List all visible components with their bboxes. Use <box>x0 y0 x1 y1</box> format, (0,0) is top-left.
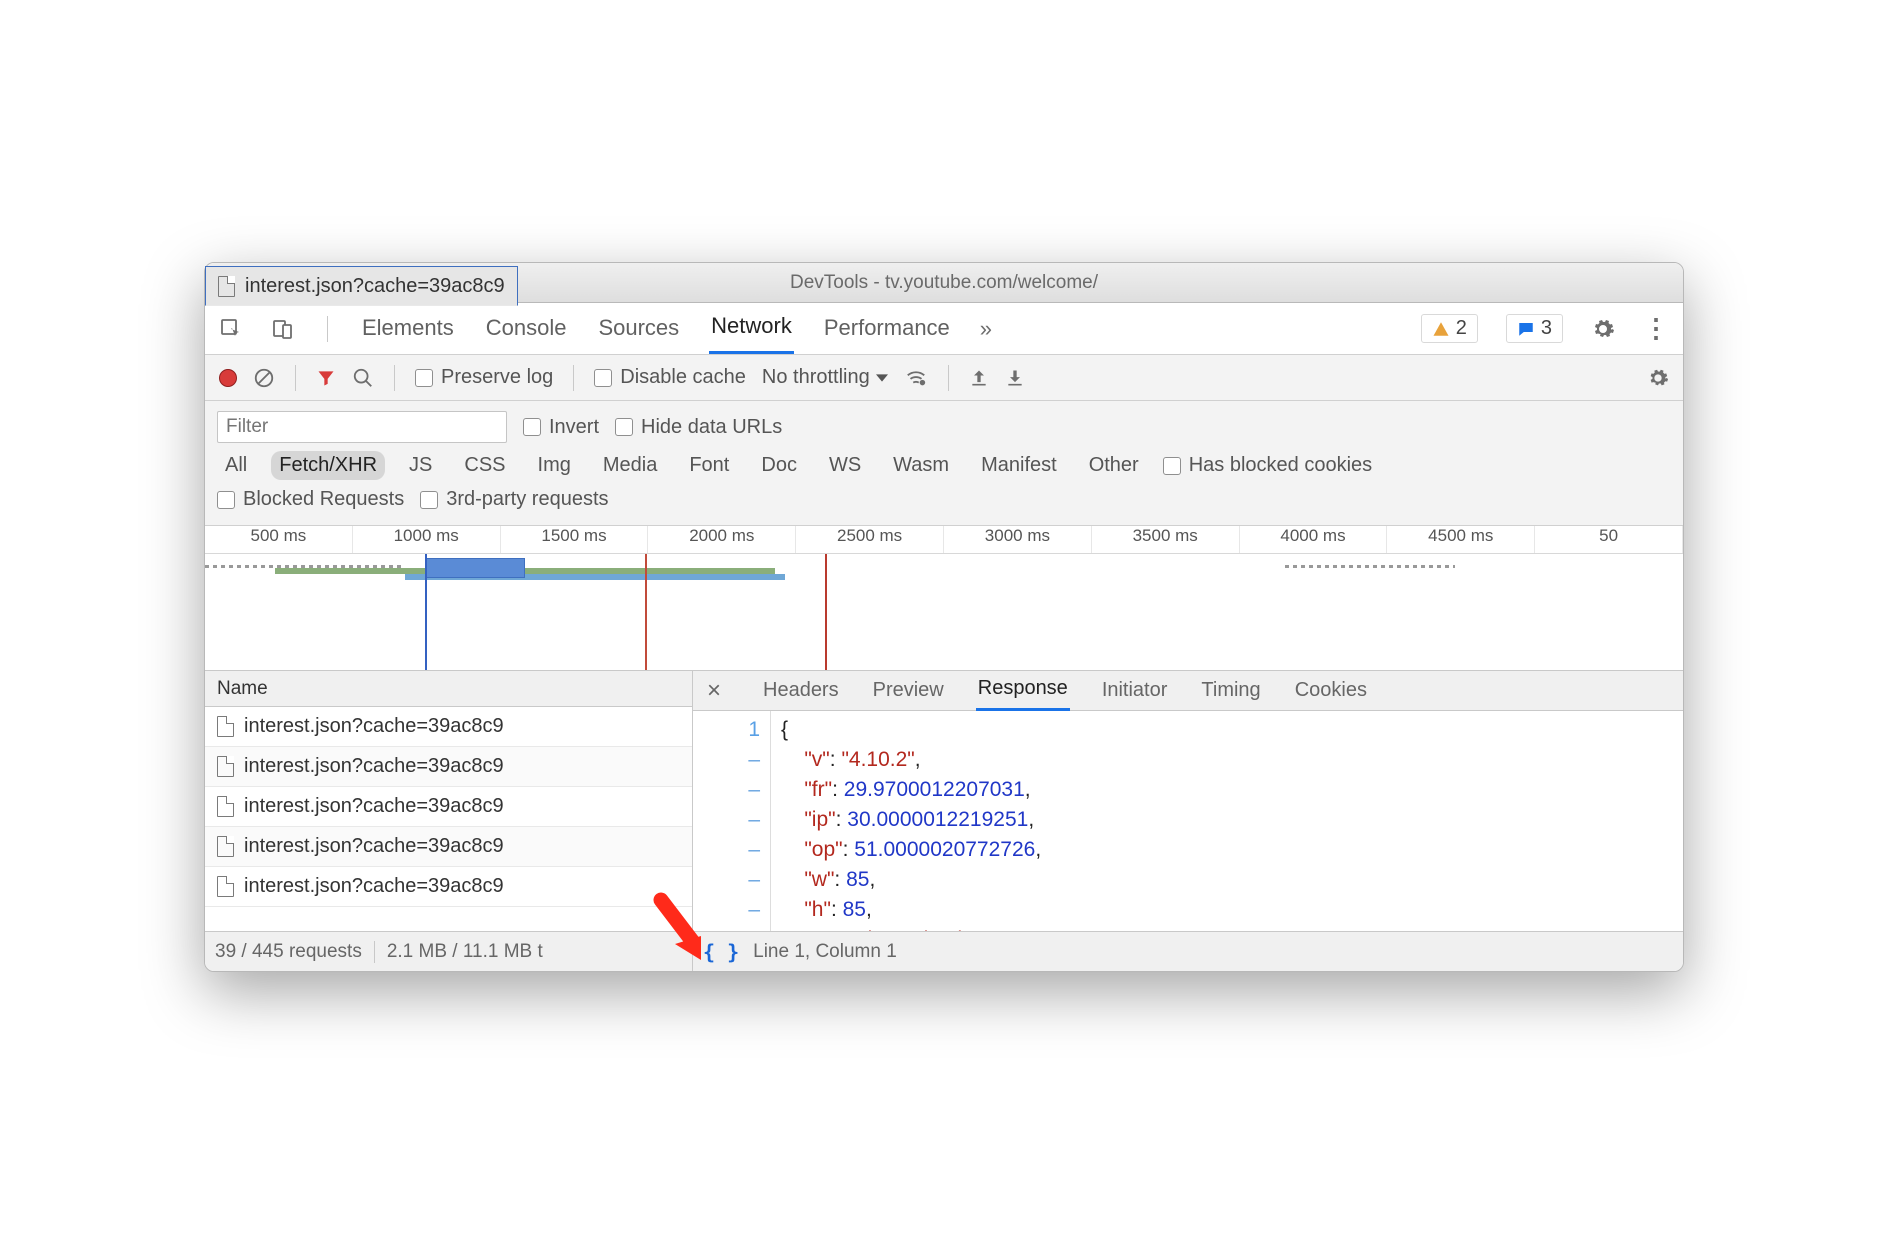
tab-sources[interactable]: Sources <box>596 305 681 353</box>
network-conditions-icon[interactable] <box>904 367 928 389</box>
devtools-window: DevTools - tv.youtube.com/welcome/ Eleme… <box>204 262 1684 972</box>
kebab-menu-icon[interactable]: ⋮ <box>1643 313 1669 344</box>
invert-checkbox[interactable]: Invert <box>523 416 599 439</box>
request-list: interest.json?cache=39ac8c9interest.json… <box>205 707 692 931</box>
response-tabs: × Headers Preview Response Initiator Timing C… <box>693 671 1683 711</box>
response-tab-timing[interactable]: Timing <box>1199 672 1262 710</box>
download-har-icon[interactable] <box>1005 368 1025 388</box>
request-row[interactable]: interest.json?cache=39ac8c9 <box>205 827 692 867</box>
panel-tabs: Elements Console Sources Network Perform… <box>205 303 1683 355</box>
status-request-count: 39 / 445 requests <box>215 941 362 963</box>
response-status-bar: { } Line 1, Column 1 <box>693 931 1683 971</box>
filter-type-media[interactable]: Media <box>595 451 665 480</box>
tab-performance[interactable]: Performance <box>822 305 952 353</box>
blocked-requests-checkbox[interactable]: Blocked Requests <box>217 488 404 511</box>
filter-type-wasm[interactable]: Wasm <box>885 451 957 480</box>
filter-type-all[interactable]: All <box>217 451 255 480</box>
more-tabs-icon[interactable]: » <box>980 316 992 342</box>
file-icon <box>217 796 234 817</box>
request-status-bar: 39 / 445 requests 2.1 MB / 11.1 MB t <box>205 931 692 971</box>
response-body[interactable]: 1–––––––– { "v": "4.10.2", "fr": 29.9700… <box>693 711 1683 931</box>
filter-input[interactable] <box>217 411 507 443</box>
third-party-checkbox[interactable]: 3rd-party requests <box>420 488 608 511</box>
status-transfer-size: 2.1 MB / 11.1 MB t <box>387 941 543 963</box>
cursor-position: Line 1, Column 1 <box>753 941 897 963</box>
request-row[interactable]: interest.json?cache=39ac8c9 <box>205 707 692 747</box>
response-tab-headers[interactable]: Headers <box>761 672 841 710</box>
filter-bar: Invert Hide data URLs All Fetch/XHR JS CSS I… <box>205 401 1683 526</box>
response-tab-cookies[interactable]: Cookies <box>1293 672 1369 710</box>
timeline-selection[interactable] <box>425 558 525 578</box>
warnings-badge[interactable]: 2 <box>1421 314 1478 343</box>
filter-type-js[interactable]: JS <box>401 451 440 480</box>
hide-data-urls-checkbox[interactable]: Hide data URLs <box>615 416 782 439</box>
disable-cache-checkbox[interactable]: Disable cache <box>594 366 746 389</box>
response-pane: × Headers Preview Response Initiator Timing C… <box>693 671 1683 971</box>
record-button[interactable] <box>219 369 237 387</box>
device-toolbar-icon[interactable] <box>271 317 295 341</box>
filter-type-manifest[interactable]: Manifest <box>973 451 1065 480</box>
file-icon <box>217 716 234 737</box>
clear-icon[interactable] <box>253 367 275 389</box>
filter-type-img[interactable]: Img <box>530 451 579 480</box>
has-blocked-cookies-checkbox[interactable]: Has blocked cookies <box>1163 454 1372 477</box>
request-row[interactable]: interest.json?cache=39ac8c9 <box>205 787 692 827</box>
messages-badge[interactable]: 3 <box>1506 314 1563 343</box>
filter-type-css[interactable]: CSS <box>456 451 513 480</box>
inspect-element-icon[interactable] <box>219 317 243 341</box>
request-list-pane: Name interest.json?cache=39ac8c9interest… <box>205 671 693 971</box>
upload-har-icon[interactable] <box>969 368 989 388</box>
settings-icon[interactable] <box>1591 317 1615 341</box>
separator <box>327 316 328 342</box>
timeline-overview[interactable]: 500 ms1000 ms1500 ms2000 ms2500 ms3000 m… <box>205 526 1683 671</box>
tab-network[interactable]: Network <box>709 303 794 354</box>
file-icon <box>217 876 234 897</box>
response-tab-initiator[interactable]: Initiator <box>1100 672 1170 710</box>
window-shadow: DevTools - tv.youtube.com/welcome/ Eleme… <box>204 262 1684 972</box>
throttling-select[interactable]: No throttling <box>762 366 888 389</box>
close-icon[interactable]: × <box>697 677 731 705</box>
file-icon <box>217 836 234 857</box>
network-settings-icon[interactable] <box>1647 367 1669 389</box>
response-tab-preview[interactable]: Preview <box>871 672 946 710</box>
filter-type-font[interactable]: Font <box>681 451 737 480</box>
preserve-log-checkbox[interactable]: Preserve log <box>415 366 553 389</box>
filter-icon[interactable] <box>316 368 336 388</box>
request-row[interactable]: interest.json?cache=39ac8c9 <box>205 747 692 787</box>
search-icon[interactable] <box>352 367 374 389</box>
request-row[interactable]: interest.json?cache=39ac8c9 <box>205 867 692 907</box>
tab-elements[interactable]: Elements <box>360 305 456 353</box>
filter-type-fetchxhr[interactable]: Fetch/XHR <box>271 451 385 480</box>
window-title: DevTools - tv.youtube.com/welcome/ <box>790 272 1098 294</box>
warnings-count: 2 <box>1456 317 1467 340</box>
file-icon <box>217 756 234 777</box>
filter-type-doc[interactable]: Doc <box>753 451 805 480</box>
network-toolbar: Preserve log Disable cache No throttling <box>205 355 1683 401</box>
tab-console[interactable]: Console <box>484 305 569 353</box>
request-list-header[interactable]: Name <box>205 671 692 707</box>
response-tab-response[interactable]: Response <box>976 670 1070 711</box>
filter-type-ws[interactable]: WS <box>821 451 869 480</box>
messages-count: 3 <box>1541 317 1552 340</box>
pretty-print-button[interactable]: { } <box>703 940 739 964</box>
filter-type-other[interactable]: Other <box>1081 451 1147 480</box>
split-pane: Name interest.json?cache=39ac8c9interest… <box>205 671 1683 971</box>
